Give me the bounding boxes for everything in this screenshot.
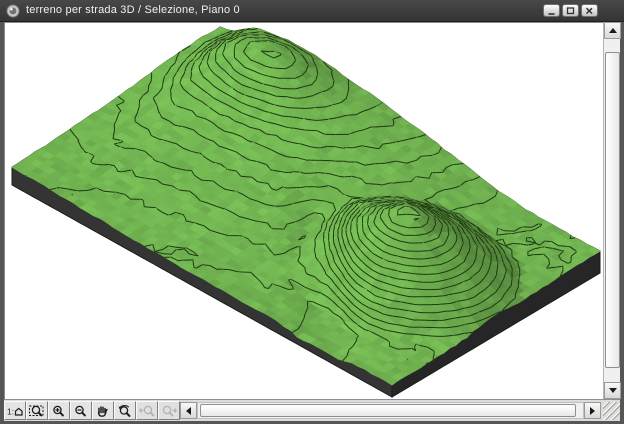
bottom-bar: 1: [4,399,620,421]
scroll-right-icon [590,407,595,415]
zoom-in-icon [50,404,68,418]
svg-text:1:: 1: [7,406,14,416]
app-window: terreno per strada 3D / Selezione, Piano… [0,0,624,424]
scroll-up-icon [609,28,617,33]
previous-zoom-icon [138,404,156,418]
zoom-out-button[interactable] [70,401,92,420]
zoom-in-button[interactable] [48,401,70,420]
vertical-scrollbar-thumb[interactable] [605,52,620,368]
minimize-icon [546,6,557,16]
scroll-right-button[interactable] [584,402,601,419]
close-button[interactable] [581,4,598,17]
scroll-down-icon [609,388,617,393]
horizontal-scrollbar-thumb[interactable] [200,404,576,417]
window-title: terreno per strada 3D / Selezione, Piano… [26,0,240,21]
orbit-icon [116,404,134,418]
title-bar[interactable]: terreno per strada 3D / Selezione, Piano… [0,0,624,22]
resize-grip[interactable] [603,402,620,420]
maximize-icon [565,6,576,16]
window-icon [6,4,20,18]
vertical-scrollbar[interactable] [603,22,620,399]
previous-zoom-button [136,401,158,420]
fit-in-window-button[interactable] [26,401,48,420]
next-zoom-icon [160,404,178,418]
orbit-button[interactable] [114,401,136,420]
zoom-out-icon [72,404,90,418]
minimize-button[interactable] [543,4,560,17]
fit-in-window-icon [28,404,46,418]
horizontal-scrollbar[interactable] [197,402,584,419]
scroll-down-button[interactable] [604,382,621,399]
scale-icon: 1: [6,404,24,418]
pan-icon [94,404,112,418]
scroll-up-button[interactable] [604,22,621,39]
zoom-toolbar: 1: [4,401,180,420]
terrain-3d-model [4,22,603,399]
scale-button[interactable]: 1: [4,401,26,420]
maximize-button[interactable] [562,4,579,17]
scroll-left-button[interactable] [180,402,197,419]
scroll-left-icon [186,407,191,415]
view-3d-canvas[interactable] [4,22,603,399]
next-zoom-button [158,401,180,420]
pan-button[interactable] [92,401,114,420]
close-icon [584,6,595,16]
window-controls [543,4,598,17]
